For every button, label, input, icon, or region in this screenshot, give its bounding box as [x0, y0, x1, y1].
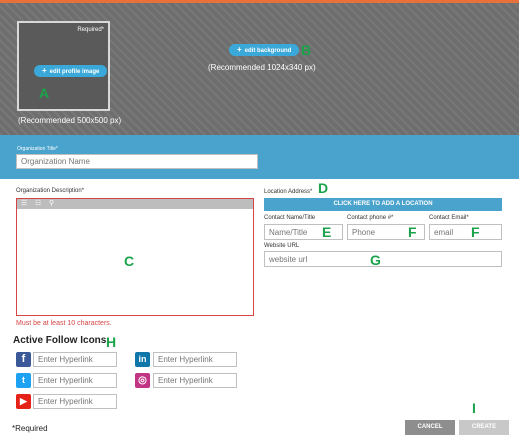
plus-icon: + — [42, 66, 47, 75]
description-error: Must be at least 10 characters. — [16, 320, 112, 327]
website-input[interactable] — [264, 251, 502, 267]
background-recommend-text: (Recommended 1024x340 px) — [208, 63, 316, 72]
contact-name-label: Contact Name/Title — [264, 215, 316, 221]
cancel-button[interactable]: CANCEL — [405, 420, 455, 435]
location-label: Location Address* — [264, 189, 313, 195]
instagram-icon: ◎ — [135, 373, 150, 388]
twitter-link-input[interactable] — [33, 373, 117, 388]
org-title-label: Organization Title* — [17, 146, 58, 152]
numbered-list-icon[interactable]: ☷ — [35, 199, 41, 209]
twitter-icon: t — [16, 373, 31, 388]
youtube-icon: ▶ — [16, 394, 31, 409]
facebook-link-input[interactable] — [33, 352, 117, 367]
annotation-f-phone: F — [408, 224, 417, 240]
contact-email-input[interactable] — [429, 224, 502, 240]
contact-email-label: Contact Email* — [429, 215, 469, 221]
org-title-input[interactable] — [16, 154, 258, 169]
annotation-b: B — [301, 42, 312, 58]
annotation-i: I — [472, 400, 476, 416]
social-title: Active Follow Icons — [13, 335, 107, 346]
required-note: *Required — [12, 424, 48, 433]
contact-phone-label: Contact phone #* — [347, 215, 394, 221]
create-button[interactable]: CREATE — [459, 420, 509, 435]
description-label: Organization Description* — [16, 188, 85, 194]
linkedin-icon: in — [135, 352, 150, 367]
linkedin-link-input[interactable] — [153, 352, 237, 367]
annotation-a: A — [39, 85, 50, 101]
youtube-link-input[interactable] — [33, 394, 117, 409]
annotation-c: C — [124, 253, 135, 269]
link-icon[interactable]: ⚲ — [49, 199, 54, 209]
instagram-link-input[interactable] — [153, 373, 237, 388]
editor-toolbar: ☰ ☷ ⚲ — [17, 199, 253, 209]
profile-recommend-text: (Recommended 500x500 px) — [18, 116, 122, 125]
bullet-list-icon[interactable]: ☰ — [21, 199, 27, 209]
facebook-icon: f — [16, 352, 31, 367]
edit-profile-image-button[interactable]: + edit profile image — [34, 65, 108, 77]
annotation-h: H — [106, 334, 117, 350]
annotation-g: G — [370, 252, 381, 268]
edit-background-button[interactable]: + edit background — [229, 44, 300, 56]
add-location-button[interactable]: CLICK HERE TO ADD A LOCATION — [264, 198, 502, 211]
website-label: Website URL — [264, 243, 300, 249]
plus-icon: + — [237, 45, 242, 54]
required-label: Required* — [77, 27, 104, 33]
annotation-e: E — [322, 224, 332, 240]
annotation-d: D — [318, 180, 329, 196]
annotation-f-email: F — [471, 224, 480, 240]
profile-image-box[interactable]: Required* + edit profile image A — [17, 21, 110, 111]
description-editor[interactable]: ☰ ☷ ⚲ C — [16, 198, 254, 316]
